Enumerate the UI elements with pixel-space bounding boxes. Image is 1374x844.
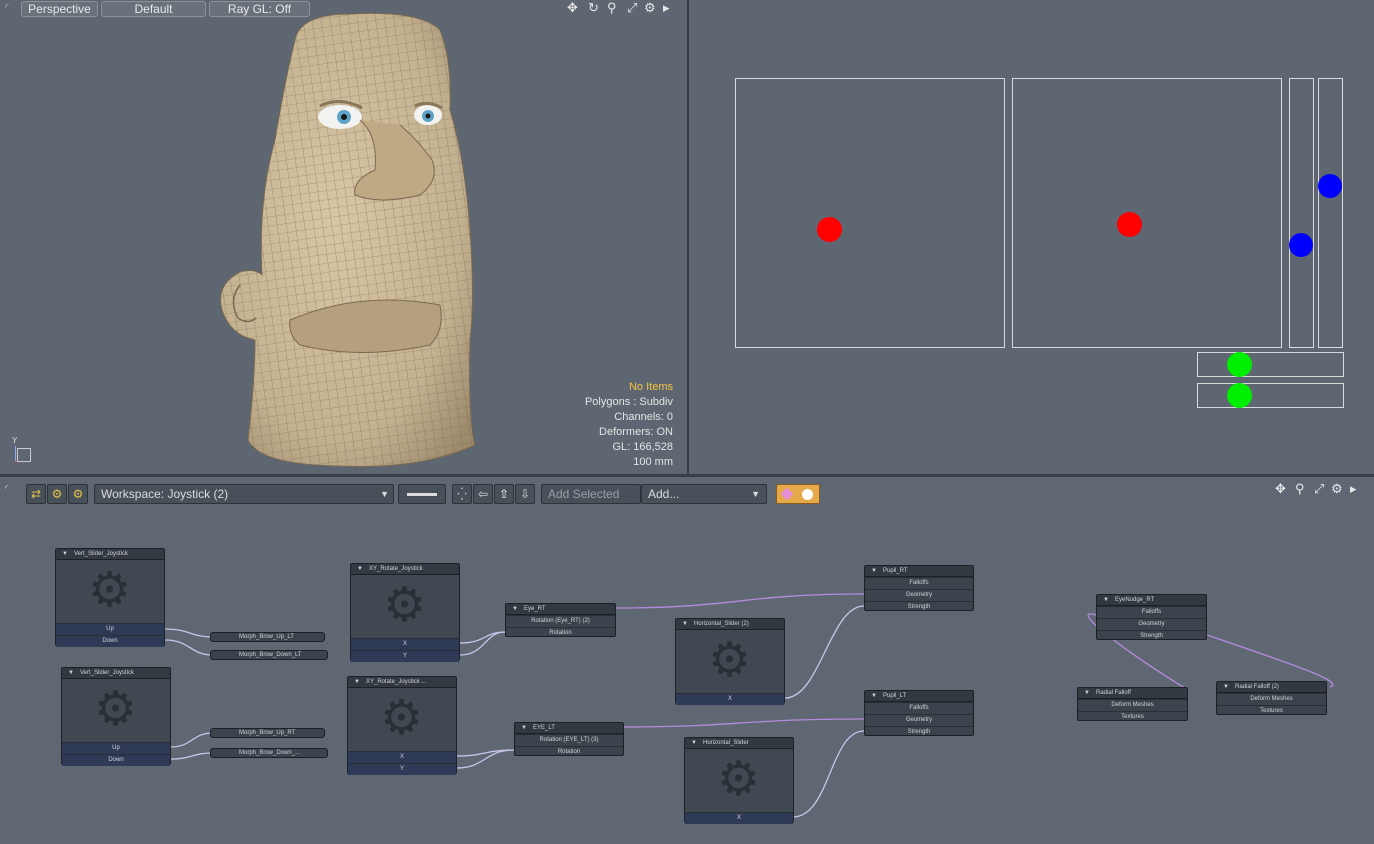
joystick-frame-left — [735, 78, 1005, 348]
horizontal-slider-handle-2[interactable] — [1227, 383, 1252, 408]
node-pupil-lt[interactable]: ▼ Pupil_LT Falloffs Geometry Strength — [864, 690, 974, 736]
node-vert-slider-joystick-2[interactable]: ▼ Vert_Slider_Joystick ⚙ Up Down — [61, 667, 171, 766]
gear-icon: ⚙ — [88, 564, 132, 617]
node-morph-brow-up-lt[interactable]: Morph_Brow_Up_LT — [210, 632, 325, 642]
node-title: Vert_Slider_Joystick — [74, 551, 129, 557]
node-vert-slider-joystick-1[interactable]: ▼ Vert_Slider_Joystick ⚙ Up Down — [55, 548, 165, 647]
output-x[interactable]: X — [351, 638, 459, 650]
joystick-frame-right — [1012, 78, 1282, 348]
node-radial-falloff[interactable]: ▼ Radial Falloff Deform Meshes Textures — [1077, 687, 1188, 721]
node-title: Horizontal_Slider — [703, 740, 749, 746]
output-down[interactable]: Down — [62, 754, 170, 766]
node-title: Radial Falloff (2) — [1235, 684, 1279, 690]
geometry-input[interactable]: Geometry — [865, 714, 973, 726]
node-title: Radial Falloff — [1096, 690, 1131, 696]
output-x[interactable]: X — [676, 693, 784, 705]
schematic-panel[interactable]: ◜ ⇄ ⚙ ⚙ Workspace: Joystick (2) ▼ ▬▬▬ ⁛ … — [0, 477, 1374, 844]
vertical-slider-handle-1[interactable] — [1289, 233, 1313, 257]
channels-status: Channels: 0 — [614, 411, 673, 423]
node-title: EYE_LT — [533, 725, 555, 731]
joystick-handle-left[interactable] — [817, 217, 842, 242]
node-xy-rotate-joystick-2[interactable]: ▼ XY_Rotate_Joystick ... ⚙ X Y — [347, 676, 457, 775]
polygons-status: Polygons : Subdiv — [584, 396, 673, 408]
node-morph-brow-down-lt[interactable]: Morph_Brow_Down_LT — [210, 650, 328, 660]
node-pupil-rt[interactable]: ▼ Pupil_RT Falloffs Geometry Strength — [864, 565, 974, 611]
rotation-input[interactable]: Rotation — [515, 746, 623, 758]
rotation-input[interactable]: Rotation — [506, 627, 615, 639]
gl-status: GL: 166,528 — [612, 441, 673, 453]
strength-input[interactable]: Strength — [865, 726, 973, 738]
node-eye-lt[interactable]: ▼ EYE_LT Rotation (EYE_LT) (3) Rotation — [514, 722, 624, 756]
scale-status: 100 mm — [633, 456, 673, 468]
node-morph-brow-up-rt[interactable]: Morph_Brow_Up_RT — [210, 728, 325, 738]
node-title: Horizontal_Slider (2) — [694, 621, 749, 627]
output-up[interactable]: Up — [62, 742, 170, 754]
strength-input[interactable]: Strength — [1097, 630, 1206, 642]
horizontal-slider-handle-1[interactable] — [1227, 352, 1252, 377]
geometry-input[interactable]: Geometry — [1097, 618, 1206, 630]
rotation-channel[interactable]: Rotation (Eye_RT) (2) — [506, 615, 615, 627]
node-morph-brow-down-rt[interactable]: Morph_Brow_Down_... — [210, 748, 328, 758]
output-up[interactable]: Up — [56, 623, 164, 635]
node-title: Pupil_RT — [883, 568, 908, 574]
node-title: EyeNudge_RT — [1115, 597, 1155, 603]
gear-icon: ⚙ — [383, 579, 427, 632]
perspective-viewport[interactable]: ◜ Perspective Default Ray GL: Off ✥ ↻ ⚲ … — [0, 0, 687, 474]
node-title: XY_Rotate_Joystick ... — [366, 679, 427, 685]
node-xy-rotate-joystick-1[interactable]: ▼ XY_Rotate_Joystick ⚙ X Y — [350, 563, 460, 662]
falloffs-input[interactable]: Falloffs — [1097, 606, 1206, 618]
geometry-input[interactable]: Geometry — [865, 589, 973, 601]
rotation-channel[interactable]: Rotation (EYE_LT) (3) — [515, 734, 623, 746]
deform-meshes-input[interactable]: Deform Meshes — [1217, 693, 1326, 705]
horizontal-slider-frame-1 — [1197, 352, 1344, 377]
vertical-slider-frame-1 — [1289, 78, 1314, 348]
output-y[interactable]: Y — [348, 763, 456, 775]
deformers-status: Deformers: ON — [599, 426, 673, 438]
output-down[interactable]: Down — [56, 635, 164, 647]
node-radial-falloff-2[interactable]: ▼ Radial Falloff (2) Deform Meshes Textur… — [1216, 681, 1327, 715]
node-horizontal-slider-2[interactable]: ▼ Horizontal_Slider (2) ⚙ X — [675, 618, 785, 705]
joystick-handle-right[interactable] — [1117, 212, 1142, 237]
node-title: Pupil_LT — [883, 693, 907, 699]
deform-meshes-input[interactable]: Deform Meshes — [1078, 699, 1187, 711]
node-horizontal-slider[interactable]: ▼ Horizontal_Slider ⚙ X — [684, 737, 794, 824]
axis-gizmo: Y — [12, 436, 32, 464]
gear-icon: ⚙ — [717, 753, 761, 806]
output-x[interactable]: X — [685, 812, 793, 824]
gear-icon: ⚙ — [708, 634, 752, 687]
gear-icon: ⚙ — [380, 692, 424, 745]
joystick-viewport[interactable] — [689, 0, 1374, 474]
gear-icon: ⚙ — [94, 683, 138, 736]
horizontal-slider-frame-2 — [1197, 383, 1344, 408]
falloffs-input[interactable]: Falloffs — [865, 702, 973, 714]
textures-input[interactable]: Textures — [1078, 711, 1187, 723]
head-mesh[interactable] — [0, 0, 687, 474]
selection-status: No Items — [628, 381, 673, 393]
output-y[interactable]: Y — [351, 650, 459, 662]
output-x[interactable]: X — [348, 751, 456, 763]
vertical-slider-handle-2[interactable] — [1318, 174, 1342, 198]
node-title: XY_Rotate_Joystick — [369, 566, 423, 572]
textures-input[interactable]: Textures — [1217, 705, 1326, 717]
node-eye-rt[interactable]: ▼ Eye_RT Rotation (Eye_RT) (2) Rotation — [505, 603, 616, 637]
node-title: Vert_Slider_Joystick — [80, 670, 135, 676]
axis-y-label: Y — [12, 436, 18, 445]
falloffs-input[interactable]: Falloffs — [865, 577, 973, 589]
strength-input[interactable]: Strength — [865, 601, 973, 613]
vertical-slider-frame-2 — [1318, 78, 1343, 348]
node-title: Eye_RT — [524, 606, 546, 612]
node-eyenudge-rt[interactable]: ▼ EyeNudge_RT Falloffs Geometry Strength — [1096, 594, 1207, 640]
